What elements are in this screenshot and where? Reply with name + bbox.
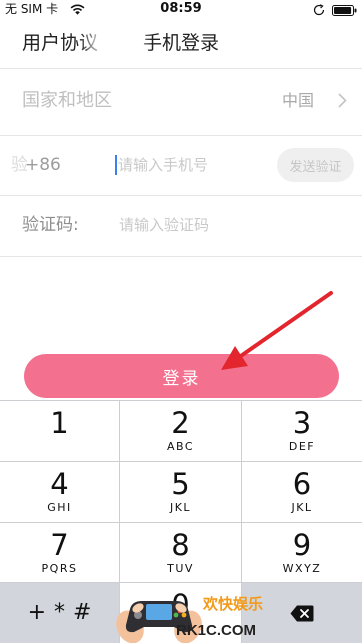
region-value: 中国 — [282, 91, 315, 110]
key-digit: 5 — [171, 466, 190, 501]
key-letters: ABC — [166, 440, 195, 453]
key-digit: 2 — [171, 406, 190, 440]
key-letters: GHI — [47, 500, 72, 514]
key-symbols[interactable]: +*# — [0, 583, 119, 643]
orientation-lock-icon — [313, 4, 325, 16]
key-3[interactable]: 3 DEF — [242, 401, 362, 461]
key-digit: 3 — [292, 406, 312, 440]
battery-icon — [332, 5, 357, 16]
phone-row: 验 +86 发送验证 — [0, 136, 362, 195]
watermark-site: RK1C.COM — [176, 622, 257, 639]
watermark-blur — [80, 18, 152, 68]
key-digit: 6 — [292, 466, 312, 501]
login-button-label: 登录 — [162, 368, 201, 389]
backspace-icon — [290, 605, 314, 622]
key-digit: 4 — [50, 466, 69, 501]
key-digit: 8 — [171, 527, 190, 562]
key-7[interactable]: 7 PQRS — [0, 522, 119, 583]
send-code-label: 发送验证 — [289, 159, 342, 175]
key-6[interactable]: 6 JKL — [242, 461, 362, 522]
key-digit: 7 — [50, 527, 69, 562]
text-cursor — [115, 155, 117, 175]
key-digit: 9 — [292, 527, 312, 562]
divider — [0, 256, 362, 257]
key-8[interactable]: 8 TUV — [120, 522, 241, 583]
watermark-brand: 欢快娱乐 — [203, 595, 264, 613]
country-code-prefix: +86 — [25, 155, 61, 175]
key-letters: JKL — [169, 500, 192, 514]
key-letters: TUV — [167, 561, 194, 575]
arrow-shaft — [236, 291, 333, 360]
status-time: 08:59 — [160, 1, 202, 16]
status-bar: 无 SIM 卡 08:59 — [0, 0, 362, 20]
key-9[interactable]: 9 WXYZ — [242, 522, 362, 583]
key-2[interactable]: 2 ABC — [120, 401, 241, 461]
verification-code-input[interactable] — [119, 213, 319, 237]
page-title: 手机登录 — [142, 32, 219, 54]
key-symbols-label: +*# — [27, 600, 100, 626]
region-label: 国家和地区 — [22, 90, 112, 111]
verification-code-row: 验证码: — [0, 196, 362, 256]
key-5[interactable]: 5 JKL — [120, 461, 241, 522]
key-letters: DEF — [288, 440, 316, 453]
phone-input[interactable] — [118, 153, 268, 177]
key-digit: 1 — [50, 406, 69, 440]
region-row[interactable]: 国家和地区 中国 — [0, 69, 362, 135]
key-letters: JKL — [291, 500, 313, 514]
key-1[interactable]: 1 — [0, 401, 119, 461]
key-4[interactable]: 4 GHI — [0, 461, 119, 522]
login-button[interactable]: 登录 — [24, 354, 339, 398]
key-letters: WXYZ — [282, 561, 322, 575]
send-code-button[interactable]: 发送验证 — [277, 148, 354, 182]
key-letters: PQRS — [41, 561, 78, 575]
verification-code-label: 验证码: — [22, 215, 79, 235]
chevron-right-icon — [338, 93, 347, 108]
battery-fill — [334, 7, 352, 14]
